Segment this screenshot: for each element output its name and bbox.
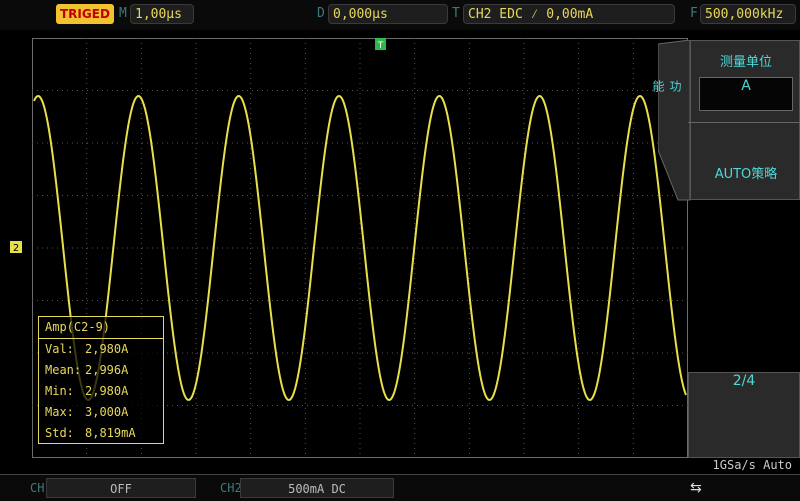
measure-unit-title: 测量单位 [719, 55, 772, 70]
measurement-key: Max: [45, 405, 74, 419]
measurement-key: Mean: [45, 363, 82, 377]
usb-icon: ⇆ [690, 480, 702, 496]
measurement-key: Std: [45, 426, 74, 440]
measurement-row: Mean: 2,996A [39, 360, 163, 381]
measurement-key: Min: [45, 384, 74, 398]
measurement-key: Val: [45, 342, 74, 356]
function-tab-label[interactable]: 功能 [651, 80, 684, 92]
measurement-value: 2,996A [85, 363, 129, 377]
measurement-value: 3,000A [85, 405, 129, 419]
measurement-value: 2,980A [85, 384, 129, 398]
ch2-label: CH2 [220, 481, 242, 495]
page-indicator-button[interactable]: 2/4 [688, 372, 800, 458]
trigger-position-marker[interactable]: T [375, 38, 386, 51]
menu-divider [688, 122, 800, 123]
ch1-setting[interactable]: OFF [46, 478, 196, 498]
measurement-row: Max: 3,000A [39, 402, 163, 423]
trigger-position-text: T [377, 41, 384, 51]
auto-strategy-button[interactable]: AUTO策略 [691, 163, 800, 182]
measurement-value: 8,819mA [85, 426, 136, 440]
sample-rate: 1GSa/s Auto [712, 458, 792, 472]
unit-menu-box: 测量单位 A AUTO策略 [690, 40, 800, 200]
measurement-title: Amp(C2-9) [39, 317, 163, 339]
measurement-value: 2,980A [85, 342, 129, 356]
measurement-row: Std: 8,819mA [39, 423, 163, 444]
ch2-setting[interactable]: 500mA DC [240, 478, 394, 498]
measurement-row: Min: 2,980A [39, 381, 163, 402]
measurement-row: Val: 2,980A [39, 339, 163, 360]
channel-2-marker-text: 2 [13, 243, 19, 254]
measurement-panel: Amp(C2-9) Val: 2,980A Mean: 2,996A Min: 2,9… [38, 316, 164, 444]
bottom-channel-bar: CH1 OFF CH2 500mA DC ⇆ [0, 474, 800, 501]
channel-2-marker[interactable]: 2 [10, 241, 22, 254]
measure-unit-value[interactable]: A [699, 77, 793, 111]
